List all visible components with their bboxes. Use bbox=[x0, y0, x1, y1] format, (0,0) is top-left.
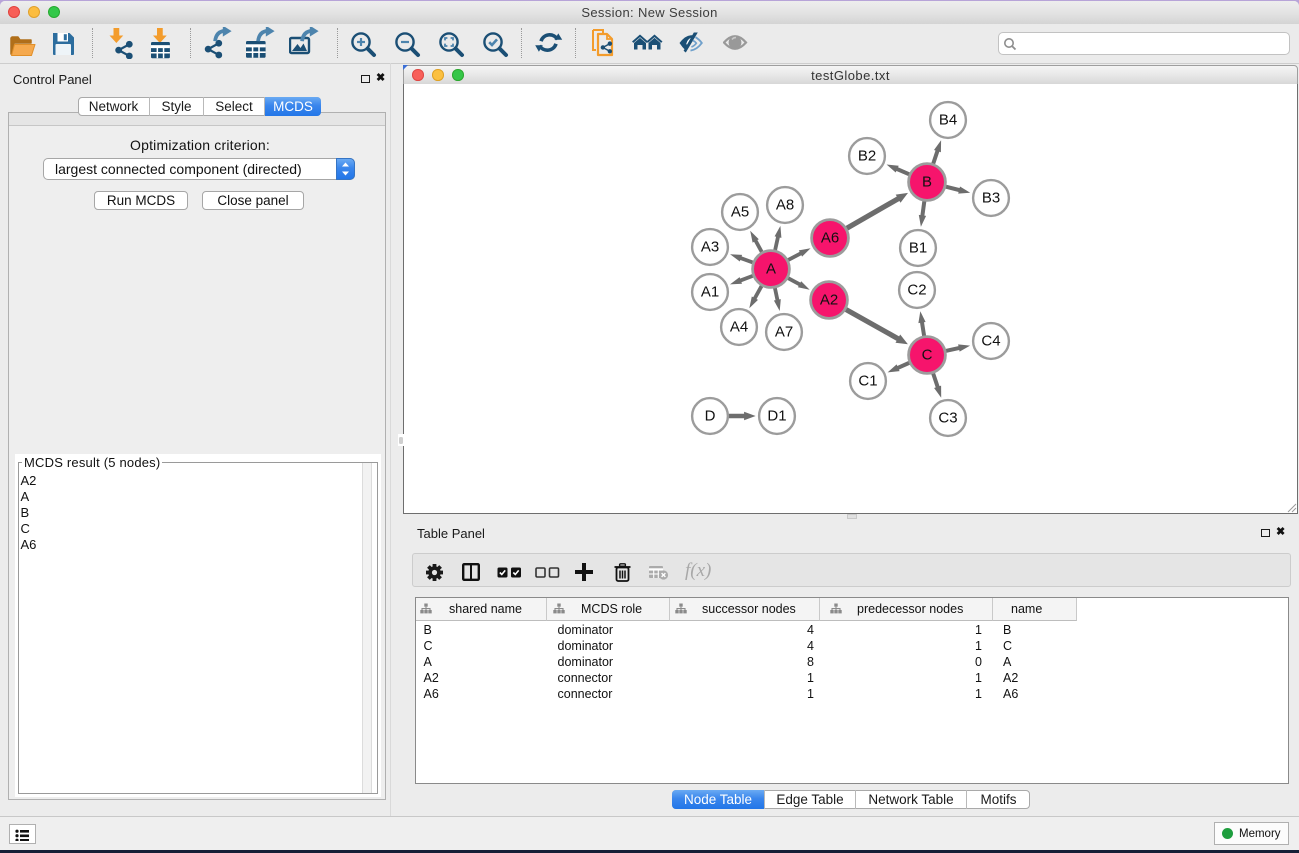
svg-text:B3: B3 bbox=[982, 190, 1000, 207]
svg-text:B1: B1 bbox=[909, 240, 927, 257]
svg-text:A: A bbox=[766, 261, 776, 278]
svg-text:A3: A3 bbox=[701, 239, 719, 256]
svg-text:C2: C2 bbox=[907, 282, 926, 299]
svg-text:A4: A4 bbox=[730, 319, 748, 336]
svg-text:B4: B4 bbox=[939, 112, 957, 129]
svg-text:A7: A7 bbox=[775, 324, 793, 341]
svg-text:A1: A1 bbox=[701, 284, 719, 301]
svg-text:C4: C4 bbox=[981, 333, 1000, 350]
svg-text:A8: A8 bbox=[776, 197, 794, 214]
svg-text:C: C bbox=[922, 347, 933, 364]
svg-text:B2: B2 bbox=[858, 148, 876, 165]
svg-text:D1: D1 bbox=[767, 408, 786, 425]
svg-text:C3: C3 bbox=[938, 410, 957, 427]
svg-text:B: B bbox=[922, 174, 932, 191]
svg-text:A6: A6 bbox=[821, 230, 839, 247]
svg-text:A2: A2 bbox=[820, 292, 838, 309]
svg-text:A5: A5 bbox=[731, 204, 749, 221]
svg-text:D: D bbox=[705, 408, 716, 425]
svg-text:C1: C1 bbox=[858, 373, 877, 390]
